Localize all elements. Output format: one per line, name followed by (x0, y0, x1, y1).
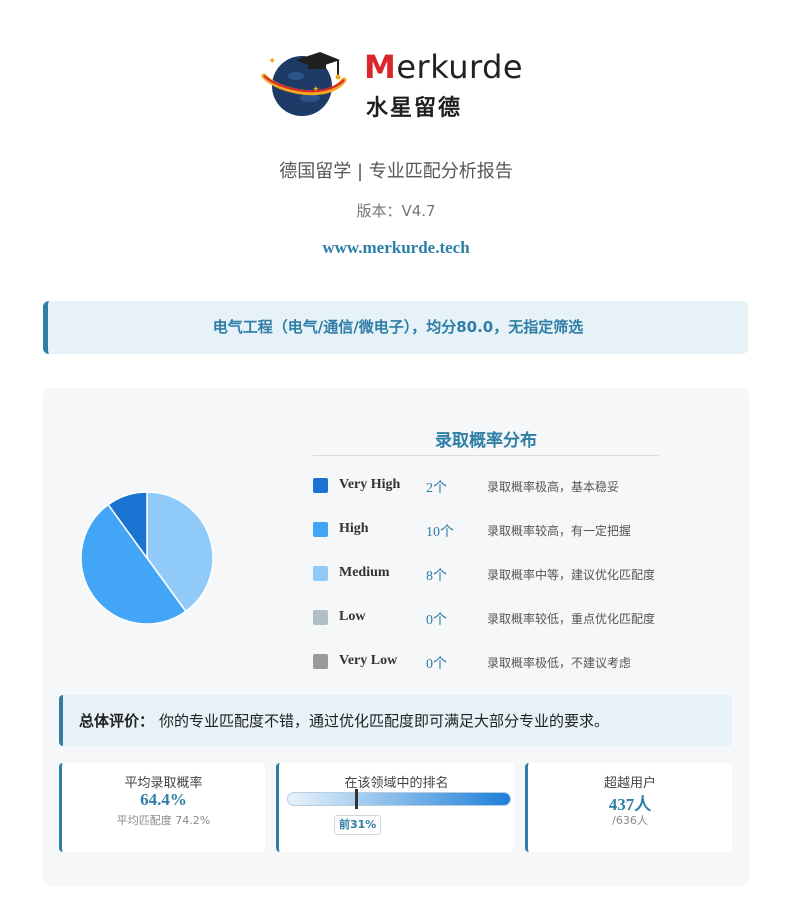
legend-swatch (313, 610, 328, 625)
brand-name-latin-rest: erkurde (396, 48, 524, 86)
stat-value: 64.4% (140, 790, 187, 809)
stat-avg-probability: 平均录取概率 64.4% 平均匹配度 74.2% (59, 763, 265, 852)
report-header: ✦ ✦ Merkurde 水星留德 德国留学 | 专业匹配分析报告 版本：V4.… (0, 0, 792, 280)
distribution-divider (313, 455, 659, 456)
legend-swatch (313, 522, 328, 537)
legend-count: 0个 (426, 657, 447, 672)
stat-surpassed-users: 超越用户 437人 /636人 (525, 763, 732, 852)
legend-name: Very High (339, 477, 401, 492)
overall-evaluation: 总体评价： 你的专业匹配度不错，通过优化匹配度即可满足大部分专业的要求。 (59, 695, 732, 746)
version-label: 版本：V4.7 (356, 202, 436, 220)
legend-desc: 录取概率极低，不建议考虑 (487, 656, 632, 670)
brand-name-latin: Merkurde (364, 48, 524, 86)
legend-count: 8个 (426, 569, 447, 584)
analysis-card: 录取概率分布 Very High 2个 录取概率极高，基本稳妥 High 10个… (43, 388, 749, 886)
legend-swatch (313, 478, 328, 493)
legend-count: 2个 (426, 481, 447, 496)
rank-progress-bar (287, 789, 511, 809)
legend-name: Very Low (339, 653, 398, 668)
report-subtitle: 德国留学 | 专业匹配分析报告 (279, 161, 513, 182)
svg-text:✦: ✦ (268, 56, 276, 67)
stat-sub: /636人 (612, 814, 648, 827)
legend-swatch (313, 654, 328, 669)
legend-count: 0个 (426, 613, 447, 628)
stat-title: 超越用户 (603, 776, 656, 791)
evaluation-label: 总体评价： (79, 712, 155, 730)
legend-desc: 录取概率较高，有一定把握 (487, 524, 632, 538)
svg-text:✦: ✦ (312, 85, 320, 95)
stat-field-rank: 在该领域中的排名 前31% (276, 763, 514, 852)
distribution-title: 录取概率分布 (435, 431, 537, 451)
rank-marker (355, 789, 358, 809)
legend-desc: 录取概率较低，重点优化匹配度 (487, 612, 656, 626)
planet-graduation-cap-icon: ✦ ✦ (261, 52, 347, 116)
filter-text: 电气工程（电气/通信/微电子），均分80.0，无指定筛选 (212, 318, 584, 336)
legend-row-very-high: Very High 2个 录取概率极高，基本稳妥 (313, 476, 693, 496)
legend-name: Low (339, 609, 366, 624)
stat-title: 平均录取概率 (124, 776, 203, 791)
website-link[interactable]: www.merkurde.tech (0, 238, 792, 258)
legend-desc: 录取概率中等，建议优化匹配度 (487, 568, 656, 582)
legend-name: Medium (339, 565, 390, 580)
legend-desc: 录取概率极高，基本稳妥 (487, 480, 620, 494)
rank-label: 前31% (334, 815, 382, 835)
legend-row-high: High 10个 录取概率较高，有一定把握 (313, 520, 693, 540)
brand-logo: ✦ ✦ Merkurde 水星留德 (258, 46, 538, 126)
legend-count: 10个 (426, 525, 454, 540)
legend-swatch (313, 566, 328, 581)
stat-sub: 平均匹配度 74.2% (116, 814, 211, 827)
stat-title: 在该领域中的排名 (344, 776, 449, 791)
legend-row-medium: Medium 8个 录取概率中等，建议优化匹配度 (313, 564, 693, 584)
legend-row-very-low: Very Low 0个 录取概率极低，不建议考虑 (313, 652, 693, 672)
brand-name-cn: 水星留德 (366, 96, 463, 121)
evaluation-text: 你的专业匹配度不错，通过优化匹配度即可满足大部分专业的要求。 (159, 712, 610, 730)
admission-probability-pie (80, 491, 214, 625)
legend-row-low: Low 0个 录取概率较低，重点优化匹配度 (313, 608, 693, 628)
legend-name: High (339, 521, 369, 536)
filter-banner: 电气工程（电气/通信/微电子），均分80.0，无指定筛选 (43, 301, 748, 354)
